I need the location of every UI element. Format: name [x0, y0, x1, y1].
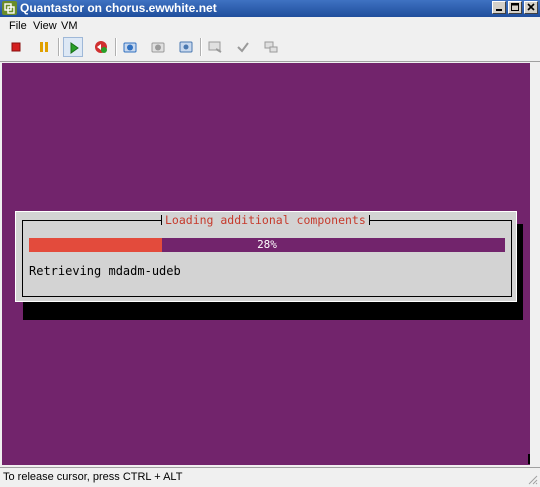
- menu-bar: File View VM: [0, 17, 540, 35]
- menu-vm[interactable]: VM: [61, 20, 78, 32]
- vm-console-window: Quantastor on chorus.ewwhite.net File Vi…: [0, 0, 540, 486]
- progress-dialog: Loading additional components 28% Retrie…: [15, 211, 517, 302]
- status-bar: To release cursor, press CTRL + ALT: [0, 467, 540, 487]
- progress-percent: 28%: [257, 238, 277, 251]
- pause-icon: [40, 42, 48, 52]
- console-button[interactable]: [205, 37, 225, 57]
- menu-view[interactable]: View: [33, 20, 57, 32]
- revert-snapshot-icon: [151, 42, 165, 53]
- console-icon: [208, 41, 222, 53]
- window-title: Quantastor on chorus.ewwhite.net: [20, 1, 217, 15]
- power-off-icon: [11, 42, 21, 52]
- network-icon: [264, 41, 278, 53]
- app-icon: [2, 1, 17, 15]
- menu-file[interactable]: File: [9, 20, 27, 32]
- snapshot-manager-button[interactable]: [176, 37, 196, 57]
- minimize-button[interactable]: [492, 1, 506, 14]
- maximize-button[interactable]: [508, 1, 522, 14]
- vm-console-screen[interactable]: Loading additional components 28% Retrie…: [2, 63, 530, 465]
- snapshot-icon: [123, 42, 137, 53]
- play-button[interactable]: [63, 37, 83, 57]
- revert-snapshot-button[interactable]: [148, 37, 168, 57]
- status-bar-text: To release cursor, press CTRL + ALT: [3, 471, 183, 483]
- toolbar: [0, 35, 540, 62]
- toolbar-separator: [200, 38, 202, 56]
- snapshot-button[interactable]: [120, 37, 140, 57]
- resize-grip-icon[interactable]: [526, 473, 538, 485]
- toolbar-separator: [58, 38, 60, 56]
- settings-button[interactable]: [233, 37, 253, 57]
- reset-icon: [95, 41, 107, 53]
- reset-button[interactable]: [91, 37, 111, 57]
- toolbar-separator: [115, 38, 117, 56]
- play-icon: [70, 42, 79, 54]
- text-cursor: [528, 454, 530, 464]
- close-button[interactable]: [524, 1, 538, 14]
- power-off-button[interactable]: [6, 37, 26, 57]
- network-button[interactable]: [261, 37, 281, 57]
- settings-icon: [237, 42, 249, 53]
- dialog-frame: [22, 220, 512, 297]
- title-bar: Quantastor on chorus.ewwhite.net: [0, 0, 540, 17]
- snapshot-manager-icon: [179, 41, 193, 53]
- dialog-title: Loading additional components: [161, 213, 370, 227]
- status-text: Retrieving mdadm-udeb: [29, 264, 181, 278]
- pause-button[interactable]: [34, 37, 54, 57]
- progress-bar: 28%: [29, 238, 505, 252]
